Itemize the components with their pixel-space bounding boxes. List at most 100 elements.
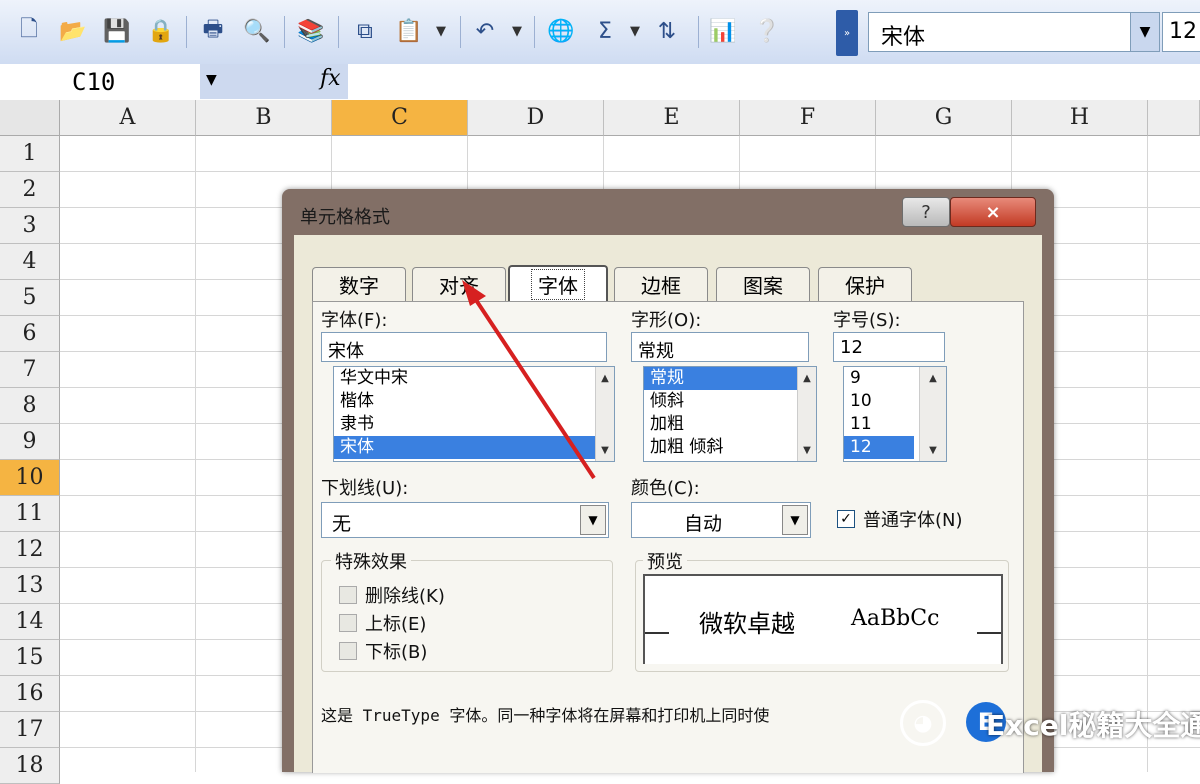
row-header-15[interactable]: 15 [0,640,60,676]
font-description: 这是 TrueType 字体。同一种字体将在屏幕和打印机上同时使 [321,706,770,725]
font-list-item-selected[interactable]: 宋体 [334,436,614,459]
color-select[interactable]: 自动 ▼ [631,502,811,538]
autosum-dropdown-icon[interactable]: ▼ [630,24,640,39]
tab-alignment[interactable]: 对齐 [412,267,506,301]
preview-sample-en: AaBbCc [851,606,940,631]
column-header-f[interactable]: F [740,100,876,136]
toolbar-options-icon[interactable]: » [836,10,858,56]
permission-icon[interactable]: 🔒 [144,14,178,48]
sort-icon[interactable]: ⇅ [650,14,684,48]
column-header-g[interactable]: G [876,100,1012,136]
font-name-value: 宋体 [881,25,926,50]
style-list-item-selected[interactable]: 常规 [644,367,816,390]
row-header-16[interactable]: 16 [0,676,60,712]
new-icon[interactable]: 🗋 [12,14,46,48]
style-list-scrollbar[interactable]: ▲ ▼ [797,367,816,461]
scroll-up-icon[interactable]: ▲ [920,367,946,389]
style-list-item[interactable]: 加粗 [644,413,816,436]
save-icon[interactable]: 💾 [100,14,134,48]
font-style-field[interactable]: 常规 [631,332,809,362]
underline-select[interactable]: 无 ▼ [321,502,609,538]
scroll-down-icon[interactable]: ▼ [596,439,614,461]
row-header-4[interactable]: 4 [0,244,60,280]
row-header-9[interactable]: 9 [0,424,60,460]
print-icon[interactable]: 🖶 [196,14,230,48]
chevron-down-icon[interactable]: ▼ [782,505,808,535]
row-header-7[interactable]: 7 [0,352,60,388]
copy-icon[interactable]: ⧉ [348,14,382,48]
tab-number[interactable]: 数字 [312,267,406,301]
row-header-3[interactable]: 3 [0,208,60,244]
column-header-d[interactable]: D [468,100,604,136]
font-size-select[interactable]: 12 [1162,12,1200,52]
scroll-down-icon[interactable]: ▼ [798,439,816,461]
print-preview-icon[interactable]: 🔍 [240,14,274,48]
name-box[interactable]: C10 [0,64,201,99]
font-name-field[interactable]: 宋体 [321,332,607,362]
font-list-item[interactable]: 华文中宋 [334,367,614,390]
font-name-list[interactable]: 华文中宋 楷体 隶书 宋体 ▲ ▼ [333,366,615,462]
font-style-list[interactable]: 常规 倾斜 加粗 加粗 倾斜 ▲ ▼ [643,366,817,462]
tab-font[interactable]: 字体 [508,265,608,301]
normal-font-checkbox[interactable]: ✓ [837,510,855,528]
subscript-checkbox[interactable] [339,642,357,660]
font-list-scrollbar[interactable]: ▲ ▼ [595,367,614,461]
chart-icon[interactable]: 📊 [706,14,740,48]
tab-protection[interactable]: 保护 [818,267,912,301]
row-header-14[interactable]: 14 [0,604,60,640]
tab-patterns[interactable]: 图案 [716,267,810,301]
font-size-field[interactable]: 12 [833,332,945,362]
chevron-down-icon[interactable]: ▼ [1130,13,1159,51]
help-button[interactable]: ? [902,197,950,227]
paste-icon[interactable]: 📋 [392,14,426,48]
row-header-6[interactable]: 6 [0,316,60,352]
row-header-1[interactable]: 1 [0,136,60,172]
column-header-a[interactable]: A [60,100,196,136]
scroll-up-icon[interactable]: ▲ [596,367,614,389]
column-header-c[interactable]: C [332,100,468,136]
column-header-h[interactable]: H [1012,100,1148,136]
paste-dropdown-icon[interactable]: ▼ [436,24,446,39]
chevron-down-icon[interactable]: ▼ [580,505,606,535]
style-list-item[interactable]: 加粗 倾斜 [644,436,816,459]
font-size-list[interactable]: 9 10 11 12 ▲ ▼ [843,366,947,462]
font-list-item[interactable]: 楷体 [334,390,614,413]
wechat-logo-icon: ◕ [900,700,946,746]
row-header-8[interactable]: 8 [0,388,60,424]
scroll-up-icon[interactable]: ▲ [798,367,816,389]
row-header-11[interactable]: 11 [0,496,60,532]
row-header-5[interactable]: 5 [0,280,60,316]
undo-icon[interactable]: ↶ [468,14,502,48]
row-header-18[interactable]: 18 [0,748,60,784]
row-header-12[interactable]: 12 [0,532,60,568]
autosum-icon[interactable]: Σ [588,14,622,48]
close-button[interactable]: × [950,197,1036,227]
watermark-text: Excel秘籍大全通 [986,709,1200,742]
font-name-select[interactable]: 宋体 ▼ [868,12,1160,52]
subscript-label: 下标(B) [365,642,428,663]
undo-dropdown-icon[interactable]: ▼ [512,24,522,39]
superscript-checkbox[interactable] [339,614,357,632]
scroll-down-icon[interactable]: ▼ [920,439,946,461]
open-icon[interactable]: 📂 [56,14,90,48]
row-header-10[interactable]: 10 [0,460,60,496]
select-all-corner[interactable] [0,100,60,136]
font-list-item[interactable]: 隶书 [334,413,614,436]
style-list-item[interactable]: 倾斜 [644,390,816,413]
size-list-item-selected[interactable]: 12 [844,436,914,459]
column-header-e[interactable]: E [604,100,740,136]
hyperlink-icon[interactable]: 🌐 [544,14,578,48]
size-list-scrollbar[interactable]: ▲ ▼ [919,367,946,461]
insert-function-icon[interactable]: fx [320,66,341,91]
row-header-13[interactable]: 13 [0,568,60,604]
row-header-17[interactable]: 17 [0,712,60,748]
column-header-i[interactable] [1148,100,1200,136]
help-icon[interactable]: ❔ [750,14,784,48]
strikethrough-checkbox[interactable] [339,586,357,604]
research-icon[interactable]: 📚 [294,14,328,48]
watermark: ◕ E Excel秘籍大全通 [900,694,1200,754]
tab-border[interactable]: 边框 [614,267,708,301]
row-header-2[interactable]: 2 [0,172,60,208]
name-box-dropdown-icon[interactable]: ▼ [206,72,217,88]
column-header-b[interactable]: B [196,100,332,136]
